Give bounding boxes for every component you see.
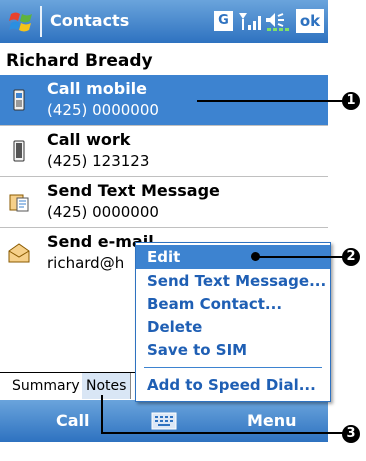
tab-notes[interactable]: Notes <box>82 373 132 399</box>
windows-start-icon[interactable] <box>8 9 34 35</box>
menu-separator <box>144 367 322 368</box>
menu-bar: Call Menu <box>0 400 328 442</box>
contact-name: Richard Bready <box>6 51 153 71</box>
menu-item-delete[interactable]: Delete <box>147 318 202 336</box>
title-bar: Contacts G ok <box>0 0 328 43</box>
pocket-pc-screen: Contacts G ok Richard Bready Call mobile… <box>0 0 331 442</box>
menu-item-add-to-speed-dial[interactable]: Add to Speed Dial... <box>147 376 316 394</box>
row-value: richard@h <box>47 254 125 272</box>
callout-line-2 <box>256 256 346 258</box>
signal-strength-icon[interactable] <box>238 11 262 31</box>
tab-summary[interactable]: Summary <box>8 373 85 399</box>
ok-button[interactable]: ok <box>296 9 324 33</box>
text-message-icon <box>9 194 29 212</box>
context-menu: Edit Send Text Message... Beam Contact..… <box>135 242 331 402</box>
callout-badge-1: 1 <box>342 92 360 110</box>
call-work-row[interactable]: Call work (425) 123123 <box>0 126 328 177</box>
mobile-phone-icon <box>13 89 25 111</box>
row-value: (425) 123123 <box>47 152 150 170</box>
row-value: (425) 0000000 <box>47 101 159 119</box>
call-softkey[interactable]: Call <box>56 411 90 430</box>
title-separator <box>40 6 42 37</box>
row-label: Call work <box>47 130 131 149</box>
callout-badge-2: 2 <box>342 248 360 266</box>
callout-badge-3: 3 <box>342 425 360 443</box>
speaker-volume-icon[interactable] <box>264 11 294 31</box>
email-envelope-icon <box>8 243 30 263</box>
callout-line-3 <box>101 432 346 434</box>
callout-line-1 <box>197 100 347 102</box>
menu-item-beam-contact[interactable]: Beam Contact... <box>147 295 282 313</box>
send-text-message-row[interactable]: Send Text Message (425) 0000000 <box>0 177 328 228</box>
row-label: Send Text Message <box>47 181 220 200</box>
app-title: Contacts <box>50 11 130 30</box>
work-phone-icon <box>13 140 25 162</box>
row-label: Call mobile <box>47 79 148 98</box>
menu-softkey[interactable]: Menu <box>247 411 297 430</box>
menu-item-send-text-message[interactable]: Send Text Message... <box>147 272 326 290</box>
keyboard-icon[interactable] <box>151 412 177 430</box>
gprs-status-icon[interactable]: G <box>214 11 233 31</box>
callout-line-3-vertical <box>101 395 103 433</box>
row-value: (425) 0000000 <box>47 203 159 221</box>
menu-item-save-to-sim[interactable]: Save to SIM <box>147 341 247 359</box>
callout-dot-2 <box>251 252 260 261</box>
